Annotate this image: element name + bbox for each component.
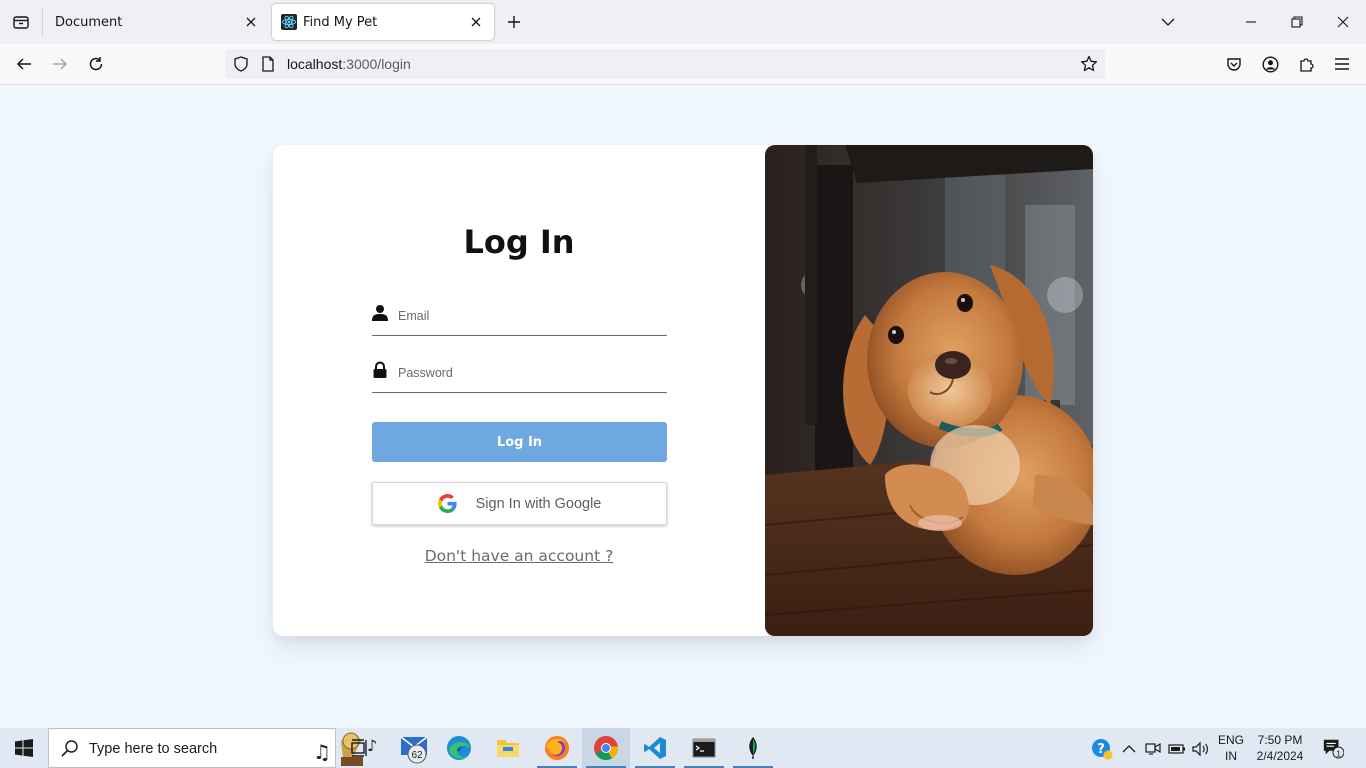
restore-button[interactable] [1285,10,1309,34]
chrome-icon [594,736,618,761]
page-icon[interactable] [261,56,275,72]
tab-title: Document [55,14,123,30]
task-view-icon [351,739,367,757]
user-icon [372,305,388,321]
notification-center-button[interactable]: 1 [1322,737,1344,759]
close-window-button[interactable] [1331,10,1355,34]
new-tab-button[interactable] [504,12,524,32]
google-signin-button[interactable]: Sign In with Google [372,482,667,525]
close-icon[interactable] [243,14,259,30]
notification-icon: 1 [1323,739,1344,759]
star-icon[interactable] [1080,55,1098,73]
language-line1: ENG [1217,733,1244,747]
restore-icon [1291,16,1303,28]
account-button[interactable] [1260,54,1280,74]
firefox-app[interactable] [533,728,581,768]
language-line2: IN [1225,749,1237,763]
windows-icon [15,739,33,757]
firefox-icon [545,736,569,760]
email-input[interactable] [398,306,663,326]
chevron-up-icon[interactable] [1118,738,1140,760]
clock-date: 2/4/2024 [1256,749,1304,763]
google-icon [437,494,457,513]
file-explorer-app[interactable] [484,728,532,768]
reload-icon [89,57,103,71]
close-icon [1337,16,1349,28]
password-field[interactable] [372,357,667,393]
pocket-button[interactable] [1224,54,1244,74]
notification-count: 1 [1336,749,1341,758]
language-indicator[interactable]: ENG IN [1214,732,1248,764]
browser-navigation-bar: localhost:3000/login [0,44,1366,85]
windows-taskbar: Type here to search ♫ ♪ 62 ? ENG IN 7:50… [0,728,1366,768]
shield-icon[interactable] [233,56,249,72]
terminal-app[interactable] [680,728,728,768]
help-icon[interactable]: ? [1091,738,1113,760]
svg-text:♫: ♫ [313,740,331,764]
react-icon [281,14,297,30]
address-bar[interactable]: localhost:3000/login [225,49,1105,79]
account-icon [1261,55,1279,73]
page-title: Log In [463,223,575,261]
mail-icon: 62 [400,736,428,764]
tab-document[interactable]: Document [43,4,269,40]
pocket-icon [1227,58,1241,71]
chrome-app[interactable] [582,728,630,768]
arrow-left-icon [16,58,31,70]
search-icon [61,740,78,757]
meet-now-icon[interactable] [1142,738,1164,760]
tab-find-my-pet[interactable]: Find My Pet [272,4,494,40]
hamburger-icon [1335,58,1349,70]
browser-tab-strip: Document Find My Pet [0,0,1366,44]
tab-list-button[interactable] [0,0,42,44]
login-card: Log In Log In Sign In with Google Don't … [273,145,1093,636]
arrow-right-icon [53,58,68,70]
tab-overview-icon [13,16,29,29]
battery-icon[interactable] [1166,738,1188,760]
forward-button[interactable] [50,54,70,74]
volume-icon[interactable] [1190,738,1212,760]
back-button[interactable] [14,54,34,74]
reload-button[interactable] [86,54,106,74]
task-view-button[interactable] [336,728,384,768]
chevron-down-icon [1161,18,1175,26]
url-text[interactable]: localhost:3000/login [287,56,411,72]
mongodb-leaf-icon [749,737,757,759]
menu-button[interactable] [1332,54,1352,74]
taskbar-search[interactable]: Type here to search ♫ ♪ [48,728,377,768]
mail-app[interactable]: 62 [387,728,435,768]
login-button[interactable]: Log In [372,422,667,462]
close-icon[interactable] [468,14,484,30]
vscode-icon [644,737,666,759]
vscode-app[interactable] [631,728,679,768]
password-input[interactable] [398,363,663,383]
mongodb-compass-app[interactable] [729,728,777,768]
tab-title: Find My Pet [303,14,378,30]
clock[interactable]: 7:50 PM 2/4/2024 [1252,732,1308,764]
signup-link[interactable]: Don't have an account ? [273,547,765,565]
minimize-button[interactable] [1239,10,1263,34]
lock-icon [373,361,387,378]
tab-list-dropdown-button[interactable] [1156,10,1180,34]
email-field[interactable] [372,300,667,336]
start-button[interactable] [0,728,48,768]
extensions-button[interactable] [1296,54,1316,74]
edge-app[interactable] [435,728,483,768]
url-path: :3000/login [342,56,411,72]
folder-icon [497,740,519,757]
plus-icon [508,16,520,28]
url-host: localhost [287,56,343,72]
edge-icon [447,736,471,760]
mail-badge: 62 [411,750,423,761]
search-placeholder: Type here to search [89,741,218,757]
puppy-photo [765,145,1093,636]
terminal-icon [692,738,716,758]
clock-time: 7:50 PM [1257,733,1303,747]
puzzle-icon [1299,57,1314,72]
minimize-icon [1246,21,1256,23]
google-signin-label: Sign In with Google [475,495,602,512]
